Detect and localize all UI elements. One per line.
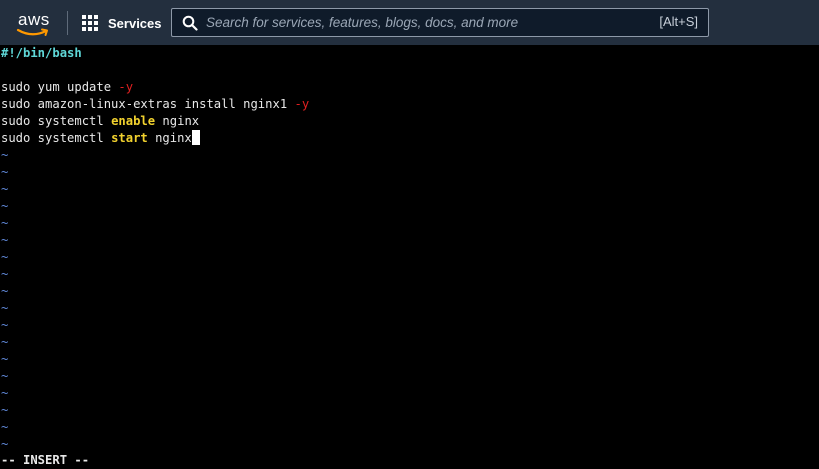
flag-text: -y xyxy=(118,80,134,94)
empty-buffer-line: ~ xyxy=(1,216,9,230)
empty-buffer-line: ~ xyxy=(1,165,9,179)
search-icon xyxy=(182,15,198,31)
services-menu-button[interactable]: Services xyxy=(82,13,162,33)
empty-buffer-line: ~ xyxy=(1,199,9,213)
header-divider xyxy=(67,11,68,35)
command-text: sudo amazon-linux-extras install nginx1 xyxy=(1,97,295,111)
command-text: sudo systemctl xyxy=(1,114,112,128)
text-cursor xyxy=(191,130,200,145)
grid-menu-icon xyxy=(82,14,99,32)
command-text: sudo yum update xyxy=(1,80,119,94)
empty-buffer-line: ~ xyxy=(1,352,9,366)
empty-buffer-line: ~ xyxy=(1,148,9,162)
keyword-text: start xyxy=(111,131,148,145)
search-shortcut-hint: [Alt+S] xyxy=(659,14,698,29)
empty-buffer-line: ~ xyxy=(1,420,9,434)
empty-buffer-line: ~ xyxy=(1,301,9,315)
empty-buffer-line: ~ xyxy=(1,437,9,451)
empty-buffer-line: ~ xyxy=(1,182,9,196)
aws-logo-text: aws xyxy=(18,10,50,29)
empty-buffer-line: ~ xyxy=(1,386,9,400)
vim-editor[interactable]: #!/bin/bash sudo yum update -y sudo amaz… xyxy=(0,45,819,469)
empty-buffer-line: ~ xyxy=(1,250,9,264)
shebang-line: #!/bin/bash xyxy=(1,46,82,60)
aws-logo[interactable]: aws xyxy=(14,8,54,38)
empty-buffer-line: ~ xyxy=(1,267,9,281)
empty-buffer-line: ~ xyxy=(1,403,9,417)
empty-buffer-line: ~ xyxy=(1,284,9,298)
keyword-text: enable xyxy=(111,114,156,128)
search-bar[interactable]: [Alt+S] xyxy=(171,8,709,37)
empty-buffer-line: ~ xyxy=(1,335,9,349)
code-line-1: sudo yum update -y xyxy=(1,79,133,96)
empty-buffer-line: ~ xyxy=(1,233,9,247)
search-input[interactable] xyxy=(206,12,646,33)
argument-text: nginx xyxy=(147,131,192,145)
code-line-3: sudo systemctl enable nginx xyxy=(1,113,199,130)
empty-buffer-line: ~ xyxy=(1,318,9,332)
aws-smile-icon xyxy=(16,28,48,36)
empty-buffer-line: ~ xyxy=(1,369,9,383)
flag-text: -y xyxy=(294,97,310,111)
top-navigation-bar: aws Services [Alt+S] xyxy=(0,0,819,45)
vim-mode-indicator: -- INSERT -- xyxy=(1,453,90,467)
code-line-2: sudo amazon-linux-extras install nginx1 … xyxy=(1,96,309,113)
code-line-4: sudo systemctl start nginx xyxy=(1,130,200,147)
argument-text: nginx xyxy=(155,114,200,128)
services-label: Services xyxy=(108,15,162,31)
command-text: sudo systemctl xyxy=(1,131,112,145)
